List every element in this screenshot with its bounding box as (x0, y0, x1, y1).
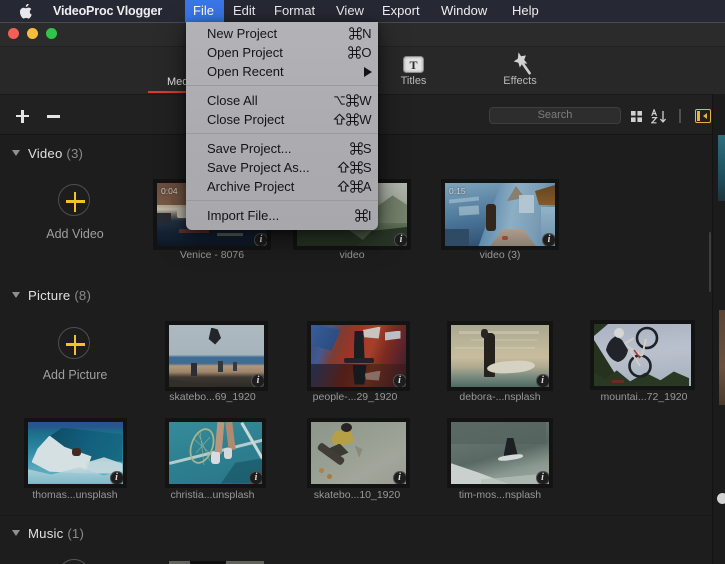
svg-text:T: T (409, 58, 417, 72)
